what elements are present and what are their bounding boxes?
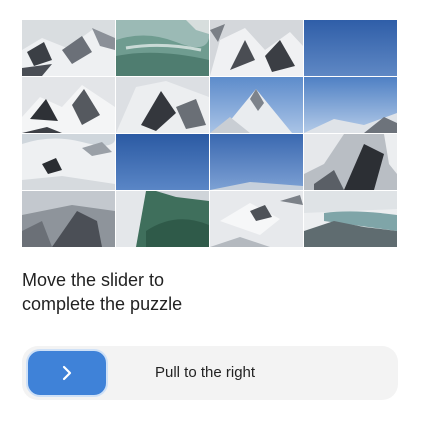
puzzle-tile — [210, 191, 303, 247]
puzzle-tile — [22, 77, 115, 133]
puzzle-tile — [116, 20, 209, 76]
slider-handle[interactable] — [26, 349, 108, 397]
puzzle-tile — [115, 133, 210, 191]
puzzle-tile — [22, 191, 115, 247]
puzzle-tile — [304, 191, 397, 247]
instruction-text: Move the slider to complete the puzzle — [22, 270, 183, 314]
puzzle-tile — [210, 134, 303, 190]
puzzle-tile — [210, 77, 303, 133]
puzzle-image-grid — [22, 20, 398, 247]
puzzle-tile — [116, 191, 209, 247]
chevron-right-icon — [62, 365, 72, 381]
puzzle-tile — [22, 134, 115, 190]
puzzle-tile — [304, 20, 397, 76]
slider-captcha: Move the slider to complete the puzzle P… — [22, 20, 398, 400]
puzzle-tile — [304, 134, 397, 190]
slider-track[interactable]: Pull to the right — [22, 346, 398, 400]
puzzle-tile — [304, 77, 397, 133]
slider-label: Pull to the right — [155, 364, 256, 381]
puzzle-tile — [22, 20, 115, 76]
puzzle-tile — [116, 77, 209, 133]
puzzle-tile — [210, 20, 303, 76]
